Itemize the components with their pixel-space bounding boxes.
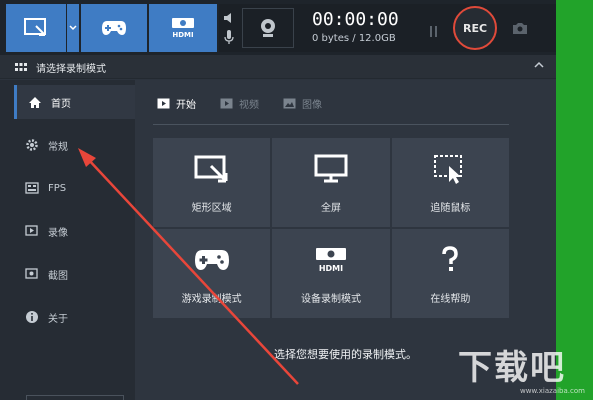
sidebar: 首页 常规 FPS 录像 截图 关于 — [0, 80, 135, 400]
rectangle-area-icon — [194, 155, 228, 183]
webcam-icon — [261, 19, 275, 37]
video-tab-icon — [220, 98, 233, 109]
mode-header-bar: 请选择录制模式 — [0, 55, 556, 79]
device-mode-button[interactable]: HDMI — [149, 4, 217, 52]
tab-video[interactable]: 视频 — [220, 96, 259, 111]
camera-icon — [513, 23, 527, 34]
screen-mode-button[interactable] — [6, 4, 66, 52]
hdmi-device-icon — [315, 248, 346, 260]
tile-label: 设备录制模式 — [300, 294, 361, 305]
pause-icon — [430, 26, 437, 37]
sidebar-item-general[interactable]: 常规 — [14, 128, 135, 162]
home-icon — [29, 96, 41, 108]
screenshot-icon — [25, 268, 38, 279]
tile-follow-mouse[interactable]: 追随鼠标 — [391, 138, 509, 227]
sidebar-item-label: 首页 — [51, 98, 71, 110]
fps-icon — [25, 182, 39, 194]
mode-header-title: 请选择录制模式 — [36, 64, 106, 75]
tile-label: 全屏 — [320, 203, 341, 214]
image-tab-icon — [283, 98, 296, 109]
sidebar-item-label: 录像 — [48, 227, 68, 239]
sidebar-item-label: 常规 — [48, 141, 68, 153]
grid-icon — [15, 63, 27, 71]
tile-online-help[interactable]: 在线帮助 — [391, 229, 509, 318]
tab-label: 开始 — [176, 100, 196, 111]
info-icon — [26, 311, 38, 323]
gamepad-icon — [102, 21, 126, 35]
tab-divider — [153, 124, 509, 125]
watermark-url: www.xiazaiba.com — [520, 387, 585, 395]
question-mark-icon — [442, 246, 459, 271]
sidebar-item-about[interactable]: 关于 — [14, 300, 135, 334]
tab-start[interactable]: 开始 — [157, 96, 196, 111]
video-icon — [25, 225, 38, 236]
record-button[interactable]: REC — [453, 6, 497, 50]
game-mode-button[interactable] — [81, 4, 147, 52]
gear-icon — [26, 139, 38, 151]
sidebar-item-label: FPS — [48, 182, 67, 194]
tile-label: 矩形区域 — [191, 203, 232, 214]
rectangle-select-icon — [24, 18, 46, 36]
collapse-chevron-icon[interactable] — [534, 61, 544, 69]
tile-label: 追随鼠标 — [430, 203, 471, 214]
watermark-logo: 下载吧 — [458, 348, 566, 388]
hdmi-device-icon — [172, 18, 194, 28]
tile-game-mode[interactable]: 游戏录制模式 — [153, 229, 271, 318]
tile-label: 游戏录制模式 — [181, 294, 242, 305]
tile-fullscreen[interactable]: 全屏 — [272, 138, 390, 227]
hdmi-label: HDMI — [172, 31, 194, 39]
tab-bar: 开始 视频 图像 — [157, 96, 346, 111]
tile-device-mode[interactable]: HDMI 设备录制模式 — [272, 229, 390, 318]
chevron-down-icon — [69, 25, 77, 31]
monitor-icon — [314, 154, 348, 183]
hdmi-tile-label: HDMI — [318, 264, 344, 273]
sidebar-item-label: 截图 — [48, 270, 68, 282]
sidebar-item-screenshot[interactable]: 截图 — [14, 257, 135, 291]
speaker-icon[interactable] — [222, 11, 236, 25]
sidebar-item-fps[interactable]: FPS — [14, 171, 135, 205]
tab-label: 视频 — [239, 100, 259, 111]
audio-controls — [222, 10, 236, 49]
tile-rectangle-area[interactable]: 矩形区域 — [153, 138, 271, 227]
tile-label: 在线帮助 — [430, 294, 471, 305]
pause-button[interactable] — [430, 22, 438, 41]
file-size-readout: 0 bytes / 12.0GB — [312, 33, 396, 44]
sidebar-item-label: 关于 — [48, 313, 68, 325]
webcam-button[interactable] — [242, 8, 294, 48]
sidebar-item-video[interactable]: 录像 — [14, 214, 135, 248]
recording-timer: 00:00:00 — [312, 9, 399, 30]
tab-label: 图像 — [302, 100, 322, 111]
mode-tile-grid: 矩形区域 全屏 追随鼠标 游戏录制模式 HDMI 设备录制模式 在线帮助 — [153, 138, 509, 318]
mode-dropdown-button[interactable] — [67, 4, 79, 52]
snapshot-button[interactable] — [512, 20, 528, 39]
microphone-icon[interactable] — [222, 29, 236, 45]
top-toolbar: HDMI 00:00:00 0 bytes / 12.0GB REC — [0, 0, 556, 55]
follow-cursor-icon — [434, 155, 463, 184]
play-board-icon — [157, 98, 170, 109]
sidebar-footer-frame — [26, 395, 124, 400]
tab-image[interactable]: 图像 — [283, 96, 322, 111]
gamepad-icon — [194, 250, 229, 270]
sidebar-item-home[interactable]: 首页 — [14, 85, 135, 119]
